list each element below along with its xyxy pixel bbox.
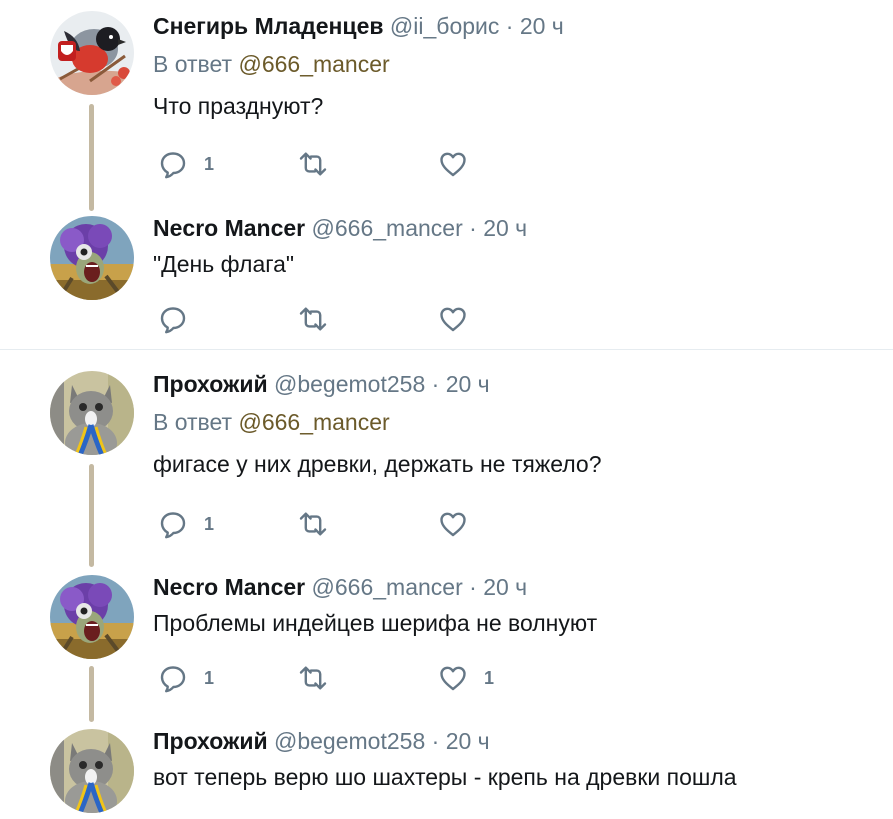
reply-button[interactable]: 1 [158,508,214,540]
display-name[interactable]: Прохожий [153,728,268,754]
tweet-header: Прохожий @begemot258 · 20 ч [153,370,883,398]
retweet-button[interactable] [298,303,328,335]
reply-prefix: В ответ [153,409,233,435]
tweet-header: Necro Mancer @666_mancer · 20 ч [153,214,883,242]
tweet-text: "День флага" [153,251,295,277]
thread-line [89,104,94,211]
tweet-text: вот теперь верю шо шахтеры - крепь на др… [153,764,737,790]
retweet-button[interactable] [298,662,328,694]
reply-context: В ответ @666_mancer [153,50,883,78]
timestamp[interactable]: 20 ч [520,13,564,39]
like-icon [438,663,468,693]
tweet-header: Прохожий @begemot258 · 20 ч [153,727,883,755]
retweet-icon [298,663,328,693]
user-handle[interactable]: @666_mancer [312,215,463,241]
separator-dot: · [505,13,514,39]
separator-dot: · [431,728,440,754]
retweet-button[interactable] [298,148,328,180]
timestamp[interactable]: 20 ч [446,371,490,397]
thread-line [89,464,94,567]
timestamp[interactable]: 20 ч [483,215,527,241]
tweet-text: фигасе у них древки, держать не тяжело? [153,451,602,477]
thread-line [89,666,94,722]
user-handle[interactable]: @begemot258 [274,371,425,397]
bullfinch-avatar-icon [50,11,134,95]
like-button[interactable] [438,303,468,335]
tweet-text: Что празднуют? [153,93,324,119]
separator-dot: · [431,371,440,397]
purple-creature-avatar-icon [50,575,134,659]
like-icon [438,304,468,334]
like-button[interactable]: 1 [438,662,494,694]
reply-count: 1 [204,153,215,174]
reply-button[interactable] [158,303,188,335]
tweet-header: Снегирь Младенцев @ii_борис · 20 ч [153,12,883,40]
like-count: 1 [484,667,495,688]
avatar[interactable] [50,371,134,455]
reply-mention[interactable]: @666_mancer [238,51,389,77]
reply-icon [158,663,188,693]
reply-button[interactable]: 1 [158,662,214,694]
retweet-icon [298,509,328,539]
tweet-text: Проблемы индейцев шерифа не волнуют [153,610,598,636]
cat-avatar-icon [50,729,134,813]
cat-avatar-icon [50,371,134,455]
separator-dot: · [469,574,477,600]
retweet-button[interactable] [298,508,328,540]
like-button[interactable] [438,148,468,180]
reply-button[interactable]: 1 [158,148,214,180]
reply-count: 1 [204,513,215,534]
like-icon [438,509,468,539]
avatar[interactable] [50,729,134,813]
display-name[interactable]: Necro Mancer [153,215,305,241]
display-name[interactable]: Снегирь Младенцев [153,13,384,39]
separator-dot: · [469,215,477,241]
like-icon [438,149,468,179]
user-handle[interactable]: @begemot258 [274,728,425,754]
reply-prefix: В ответ [153,51,233,77]
like-button[interactable] [438,508,468,540]
reply-icon [158,149,188,179]
avatar[interactable] [50,575,134,659]
reply-mention[interactable]: @666_mancer [238,409,389,435]
display-name[interactable]: Прохожий [153,371,268,397]
tweet-header: Necro Mancer @666_mancer · 20 ч [153,573,883,601]
reply-context: В ответ @666_mancer [153,408,883,436]
reply-icon [158,509,188,539]
conversation-divider [0,349,893,350]
retweet-icon [298,149,328,179]
timestamp[interactable]: 20 ч [483,574,527,600]
reply-count: 1 [204,667,215,688]
timestamp[interactable]: 20 ч [446,728,490,754]
user-handle[interactable]: @666_mancer [312,574,463,600]
user-handle[interactable]: @ii_борис [390,13,499,39]
avatar[interactable] [50,216,134,300]
display-name[interactable]: Necro Mancer [153,574,305,600]
retweet-icon [298,304,328,334]
purple-creature-avatar-icon [50,216,134,300]
avatar[interactable] [50,11,134,95]
reply-icon [158,304,188,334]
